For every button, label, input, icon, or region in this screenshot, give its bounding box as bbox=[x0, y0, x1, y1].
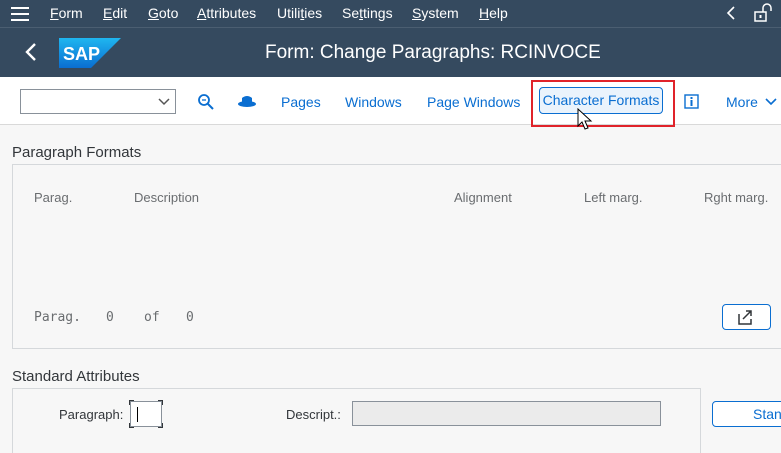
row-count-current: 0 bbox=[106, 310, 114, 325]
menu-edit[interactable]: Edit bbox=[103, 5, 127, 21]
character-formats-button[interactable]: Character Formats bbox=[539, 87, 663, 114]
page-title: Form: Change Paragraphs: RCINVOCE bbox=[265, 42, 601, 63]
back-arrow-icon[interactable] bbox=[22, 41, 42, 63]
menu-system[interactable]: System bbox=[412, 5, 459, 21]
column-header-left-margin[interactable]: Left marg. bbox=[584, 190, 643, 205]
standard-attributes-title: Standard Attributes bbox=[12, 368, 140, 385]
row-count-label: Parag. bbox=[34, 310, 81, 325]
application-toolbar: Pages Windows Page Windows Character For… bbox=[0, 77, 781, 127]
title-bar: SAP Form: Change Paragraphs: RCINVOCE bbox=[0, 27, 781, 77]
row-count-of: of bbox=[144, 310, 160, 325]
description-label: Descript.: bbox=[286, 407, 341, 422]
mouse-pointer-icon bbox=[577, 108, 593, 130]
column-header-parag[interactable]: Parag. bbox=[34, 190, 72, 205]
export-icon bbox=[738, 310, 752, 325]
page-windows-button[interactable]: Page Windows bbox=[427, 94, 520, 110]
pages-button[interactable]: Pages bbox=[281, 94, 321, 110]
menu-form[interactable]: Form bbox=[50, 5, 83, 21]
paragraph-formats-title: Paragraph Formats bbox=[12, 144, 142, 161]
export-button[interactable] bbox=[722, 304, 771, 330]
search-icon[interactable] bbox=[197, 93, 215, 111]
menu-bar: Form Edit Goto Attributes Utilities Sett… bbox=[0, 0, 781, 27]
sap-logo: SAP bbox=[59, 38, 121, 68]
menu-help[interactable]: Help bbox=[479, 5, 508, 21]
command-field-dropdown[interactable] bbox=[20, 89, 176, 114]
hamburger-menu-icon[interactable] bbox=[11, 7, 29, 21]
unlock-icon[interactable] bbox=[752, 3, 774, 23]
paragraph-label: Paragraph: bbox=[59, 407, 124, 422]
chevron-down-icon[interactable] bbox=[158, 95, 170, 107]
more-button[interactable]: More bbox=[726, 94, 758, 110]
paragraph-input[interactable] bbox=[129, 400, 163, 428]
standard-button[interactable]: Stan bbox=[712, 401, 781, 427]
hat-icon[interactable] bbox=[237, 94, 257, 108]
menu-goto[interactable]: Goto bbox=[148, 5, 178, 21]
info-icon[interactable] bbox=[684, 94, 699, 109]
column-header-right-margin[interactable]: Rght marg. bbox=[704, 190, 768, 205]
paragraph-formats-group bbox=[12, 164, 781, 349]
chevron-down-icon[interactable] bbox=[765, 97, 777, 107]
svg-text:SAP: SAP bbox=[63, 44, 100, 64]
column-header-description[interactable]: Description bbox=[134, 190, 199, 205]
menu-utilities[interactable]: Utilities bbox=[277, 5, 322, 21]
menu-settings[interactable]: Settings bbox=[342, 5, 393, 21]
menu-attributes[interactable]: Attributes bbox=[197, 5, 256, 21]
collapse-left-icon[interactable] bbox=[726, 6, 736, 20]
column-header-alignment[interactable]: Alignment bbox=[454, 190, 512, 205]
description-input[interactable] bbox=[352, 401, 661, 426]
sap-window: Form Edit Goto Attributes Utilities Sett… bbox=[0, 0, 781, 453]
row-count-total: 0 bbox=[186, 310, 194, 325]
text-caret bbox=[137, 407, 138, 422]
windows-button[interactable]: Windows bbox=[345, 94, 402, 110]
